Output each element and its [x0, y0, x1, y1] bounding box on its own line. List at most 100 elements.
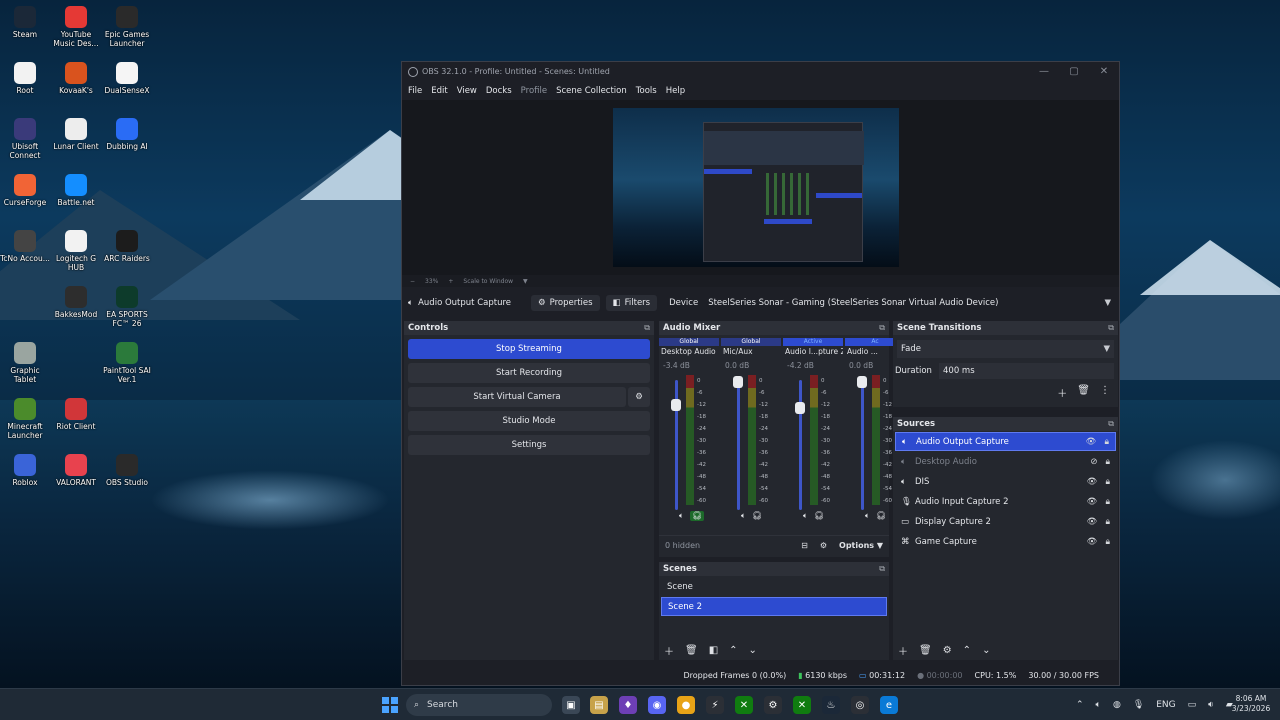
duration-input[interactable]: 400 ms — [939, 363, 1114, 379]
taskbar-clock[interactable]: 8:06 AM 3/23/2026 — [1226, 694, 1276, 714]
undock-icon[interactable]: ⧉ — [1108, 323, 1114, 333]
undock-icon[interactable]: ⧉ — [879, 323, 885, 333]
taskbar-search[interactable]: ⌕ Search — [406, 694, 552, 716]
menu-help[interactable]: Help — [666, 86, 685, 96]
remove-transition-icon[interactable]: 🗑︎ — [1077, 385, 1090, 400]
filters-button[interactable]: ◧ Filters — [605, 295, 658, 311]
desktop-icon[interactable]: YouTube Music Des... — [51, 4, 101, 60]
mute-icon[interactable]: 🔈︎ — [679, 511, 684, 521]
desktop-icon[interactable]: CurseForge — [0, 172, 50, 228]
app-icon[interactable]: ♦ — [619, 696, 637, 714]
transition-select[interactable]: Fade ▼ — [897, 340, 1114, 358]
move-down-icon[interactable]: ⌄ — [749, 645, 757, 656]
volume-icon[interactable]: 🔉︎ — [1208, 700, 1214, 710]
channel-name[interactable]: Audio I...pture 2 — [785, 347, 843, 356]
studio-mode-button[interactable]: Studio Mode — [408, 411, 650, 431]
desktop-icon[interactable]: DualSenseX — [102, 60, 152, 116]
volume-slider-handle[interactable] — [795, 402, 805, 414]
scene-item[interactable]: Scene 2 — [661, 597, 887, 616]
source-item[interactable]: ▭ Display Capture 2 👁︎ 🔒︎ — [895, 512, 1116, 531]
volume-slider-handle[interactable] — [733, 376, 743, 388]
layout-toggle-icon[interactable]: ⊟ — [801, 541, 808, 550]
app-icon[interactable]: ● — [677, 696, 695, 714]
remove-scene-icon[interactable]: 🗑︎ — [685, 645, 698, 656]
eye-icon[interactable]: 👁︎ — [1087, 497, 1098, 507]
network-icon[interactable]: ▭ — [1188, 700, 1197, 710]
volume-slider[interactable] — [737, 380, 740, 510]
desktop-icon[interactable]: TcNo Accou... — [0, 228, 50, 284]
file-explorer-icon[interactable]: ▤ — [590, 696, 608, 714]
monitor-headphones-icon[interactable]: 🎧︎ — [814, 511, 824, 521]
steam-icon[interactable]: ♨ — [822, 696, 840, 714]
lock-icon[interactable]: 🔒︎ — [1105, 537, 1110, 547]
desktop-icon[interactable]: ARC Raiders — [102, 228, 152, 284]
close-button[interactable]: ✕ — [1089, 66, 1119, 77]
undock-icon[interactable]: ⧉ — [879, 564, 885, 574]
lock-icon[interactable]: 🔒︎ — [1105, 457, 1110, 467]
advanced-audio-icon[interactable]: ⚙ — [820, 541, 827, 550]
title-bar[interactable]: OBS 32.1.0 - Profile: Untitled - Scenes:… — [402, 62, 1119, 81]
mute-icon[interactable]: 🔈︎ — [741, 511, 746, 521]
monitor-headphones-icon[interactable]: 🎧︎ — [876, 511, 886, 521]
app-icon[interactable]: ⚡ — [706, 696, 724, 714]
lock-icon[interactable]: 🔒︎ — [1105, 517, 1110, 527]
desktop-icon[interactable]: Ubisoft Connect — [0, 116, 50, 172]
mute-icon[interactable]: 🔈︎ — [865, 511, 870, 521]
eye-icon[interactable]: 👁︎ — [1087, 517, 1098, 527]
volume-slider-handle[interactable] — [857, 376, 867, 388]
desktop-icon[interactable]: Battle.net — [51, 172, 101, 228]
undock-icon[interactable]: ⧉ — [644, 323, 650, 333]
desktop-icon[interactable]: Root — [0, 60, 50, 116]
source-item[interactable]: 🎙︎ Audio Input Capture 2 👁︎ 🔒︎ — [895, 492, 1116, 511]
desktop-icon[interactable]: BakkesMod — [51, 284, 101, 340]
source-item[interactable]: 🔈︎ Audio Output Capture 👁︎ 🔒︎ — [895, 432, 1116, 451]
desktop-icon[interactable]: Graphic Tablet — [0, 340, 50, 396]
lock-icon[interactable]: 🔒︎ — [1105, 497, 1110, 507]
app-icon[interactable]: ◍ — [1113, 700, 1121, 710]
edge-icon[interactable]: e — [880, 696, 898, 714]
desktop-icon[interactable]: VALORANT — [51, 452, 101, 508]
eye-icon[interactable]: 👁︎ — [1087, 537, 1098, 547]
zoom-dropdown-icon[interactable]: ▼ — [523, 278, 528, 285]
desktop-icon[interactable]: KovaaK's — [51, 60, 101, 116]
move-up-icon[interactable]: ⌃ — [729, 645, 737, 656]
menu-view[interactable]: View — [457, 86, 477, 96]
desktop-icon[interactable]: PaintTool SAI Ver.1 — [102, 340, 152, 396]
settings-button[interactable]: Settings — [408, 435, 650, 455]
menu-docks[interactable]: Docks — [486, 86, 512, 96]
volume-slider[interactable] — [861, 380, 864, 510]
program-preview[interactable] — [402, 100, 1119, 275]
monitor-headphones-icon[interactable]: 🎧︎ — [752, 511, 762, 521]
start-virtual-camera-button[interactable]: Start Virtual Camera — [408, 387, 626, 407]
add-source-icon[interactable]: ＋ — [898, 643, 908, 658]
eye-hidden-icon[interactable]: ⊘ — [1090, 457, 1097, 467]
minimize-button[interactable]: — — [1029, 66, 1059, 77]
source-item[interactable]: 🔈︎ DIS 👁︎ 🔒︎ — [895, 472, 1116, 491]
chevron-down-icon[interactable]: ▼ — [1104, 298, 1111, 308]
desktop-icon[interactable]: Riot Client — [51, 396, 101, 452]
windows-start-icon[interactable] — [382, 697, 398, 713]
speaker-icon[interactable]: 🔈︎ — [1096, 700, 1101, 710]
menu-file[interactable]: File — [408, 86, 422, 96]
source-properties-icon[interactable]: ⚙ — [943, 645, 952, 656]
desktop-icon[interactable]: Minecraft Launcher — [0, 396, 50, 452]
eye-icon[interactable]: 👁︎ — [1086, 437, 1097, 447]
language-indicator[interactable]: ENG — [1156, 700, 1175, 710]
menu-tools[interactable]: Tools — [636, 86, 657, 96]
add-transition-icon[interactable]: ＋ — [1057, 385, 1067, 400]
maximize-button[interactable]: ▢ — [1059, 66, 1089, 77]
remove-source-icon[interactable]: 🗑︎ — [919, 645, 932, 656]
more-options-icon[interactable]: ⋮ — [1100, 385, 1110, 400]
lock-icon[interactable]: 🔒︎ — [1104, 437, 1109, 447]
xbox-icon[interactable]: ✕ — [793, 696, 811, 714]
chevron-up-icon[interactable]: ⌃ — [1076, 700, 1084, 710]
options-button[interactable]: Options ▼ — [839, 541, 883, 550]
discord-icon[interactable]: ◉ — [648, 696, 666, 714]
volume-slider[interactable] — [799, 380, 802, 510]
desktop-icon[interactable]: OBS Studio — [102, 452, 152, 508]
properties-button[interactable]: ⚙ Properties — [531, 295, 600, 311]
source-item[interactable]: 🔈︎ Desktop Audio ⊘ 🔒︎ — [895, 452, 1116, 471]
settings-icon[interactable]: ⚙ — [764, 696, 782, 714]
move-up-icon[interactable]: ⌃ — [963, 645, 971, 656]
mute-icon[interactable]: 🔈︎ — [803, 511, 808, 521]
